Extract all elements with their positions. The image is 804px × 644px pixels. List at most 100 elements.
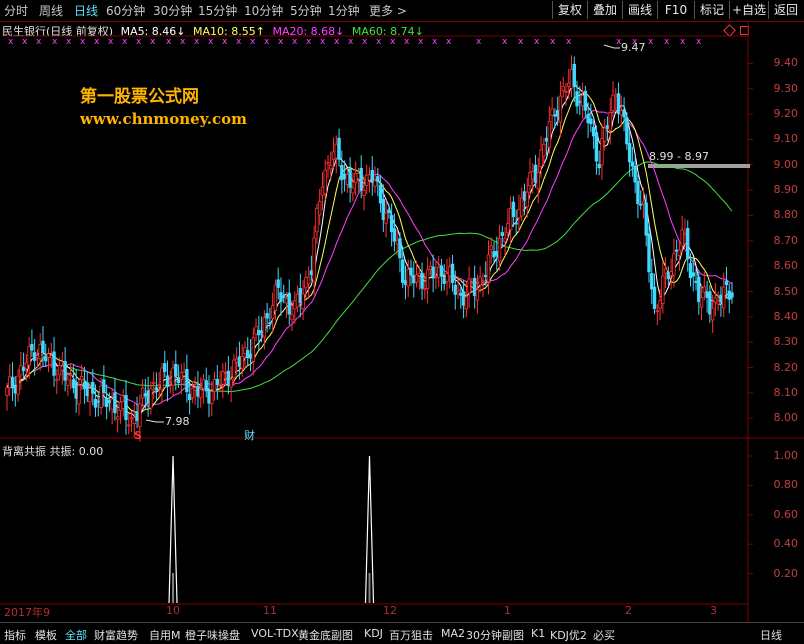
- tab-indicator[interactable]: 指标: [4, 627, 26, 643]
- candle-body: [157, 384, 161, 386]
- tab-caifu[interactable]: 财富趋势: [94, 627, 138, 643]
- candle-body: [542, 143, 546, 157]
- low-pointer: [145, 419, 164, 423]
- candle-body: [334, 143, 338, 159]
- tab-template[interactable]: 模板: [35, 627, 57, 643]
- candle-body: [625, 117, 629, 145]
- candle-body: [688, 263, 693, 279]
- candle-body: [190, 387, 195, 398]
- ma10-polyline: [6, 92, 733, 415]
- candle-body: [578, 100, 582, 103]
- tab-ma2[interactable]: MA2: [441, 627, 465, 640]
- candle-body: [666, 271, 671, 280]
- candle-body: [140, 387, 145, 399]
- candle-body: [168, 380, 172, 383]
- candle-body: [439, 265, 444, 277]
- candle-body: [63, 361, 67, 381]
- candle-body: [716, 300, 720, 305]
- candle-body: [594, 132, 599, 162]
- candle-body: [290, 314, 294, 321]
- month-label: 3: [710, 604, 717, 617]
- tab-kdj[interactable]: KDJ: [364, 627, 383, 640]
- candle-body: [196, 385, 200, 397]
- candle-body: [248, 353, 253, 359]
- candle-body: [686, 228, 690, 260]
- candle-body: [282, 295, 286, 298]
- candle-body: [315, 208, 319, 233]
- price-axis-label: 8.50: [773, 284, 799, 298]
- candle-body: [143, 393, 148, 397]
- indicator-tabs: 指标 模板 全部 财富趋势 自用M 橙子味操盘 VOL-TDX 黄金底副图 KD…: [0, 622, 804, 644]
- candle-body: [484, 274, 488, 278]
- candle-body: [619, 110, 624, 116]
- month-label: 1: [504, 604, 511, 617]
- ma5-line: [6, 82, 733, 421]
- signal-x-mark: x: [194, 37, 200, 47]
- price-axis-label: 8.90: [773, 183, 799, 197]
- candle-body: [730, 292, 734, 298]
- candle-body: [669, 271, 673, 276]
- tab-ziyong[interactable]: 自用M: [149, 627, 181, 643]
- candle-body: [661, 275, 665, 304]
- candle-body: [647, 233, 651, 273]
- ma60-line: [6, 161, 733, 392]
- candle-body: [60, 365, 65, 371]
- price-axis-label: 8.80: [773, 208, 799, 222]
- candle-body: [672, 253, 676, 276]
- signal-x-mark: x: [80, 37, 86, 47]
- candle-body: [616, 93, 621, 114]
- candle-body: [353, 173, 358, 183]
- high-price-label: 9.47: [621, 41, 646, 54]
- candle-body: [165, 375, 170, 387]
- range-bar: [648, 164, 750, 168]
- candle-body: [423, 287, 427, 290]
- signal-marks: xxxxxxxxxxxxxxxxxxxxxxxxxxxxxxxxxxxxxxxx…: [8, 37, 702, 47]
- candle-body: [312, 237, 316, 282]
- candle-body: [586, 113, 590, 124]
- candle-body: [448, 266, 452, 277]
- candle-body: [680, 229, 684, 247]
- candle-body: [453, 284, 457, 295]
- candle-body: [309, 270, 314, 276]
- candle-body: [21, 366, 26, 371]
- candle-body: [589, 118, 593, 125]
- tab-all[interactable]: 全部: [65, 627, 87, 643]
- candle-body: [138, 403, 142, 427]
- tab-baiwan[interactable]: 百万狙击: [389, 627, 433, 643]
- candle-body: [71, 379, 76, 389]
- indicator-title: 背离共振 共振: 0.00: [2, 445, 104, 458]
- candle-body: [428, 265, 433, 270]
- candle-body: [384, 212, 388, 224]
- tab-bimai[interactable]: 必买: [593, 627, 615, 643]
- candle-body: [652, 286, 657, 310]
- candle-body: [287, 292, 291, 315]
- tab-kdj2[interactable]: KDJ优2: [550, 627, 587, 643]
- signal-x-mark: x: [136, 37, 142, 47]
- candle-body: [611, 94, 615, 111]
- candle-body: [77, 385, 81, 405]
- signal-x-mark: x: [94, 37, 100, 47]
- candle-body: [630, 161, 635, 167]
- candle-body: [187, 393, 192, 401]
- candle-body: [508, 207, 513, 231]
- signal-x-mark: x: [236, 37, 242, 47]
- tab-chengzi[interactable]: 橙子味操盘: [185, 627, 240, 643]
- tab-huangjin[interactable]: 黄金底副图: [298, 627, 353, 643]
- finance-marker[interactable]: 财: [244, 427, 255, 443]
- signal-x-mark: x: [376, 37, 382, 47]
- watermark-cn: 第一股票公式网: [80, 87, 199, 107]
- signal-x-mark: x: [348, 37, 354, 47]
- candle-body: [459, 292, 463, 296]
- candle-body: [337, 137, 341, 160]
- signal-x-mark: x: [22, 37, 28, 47]
- candle-body: [149, 388, 153, 409]
- candle-body: [91, 381, 95, 394]
- candle-body: [544, 137, 549, 142]
- candle-body: [254, 326, 258, 335]
- tab-30min-sub[interactable]: 30分钟副图: [466, 627, 524, 643]
- signal-x-mark: x: [680, 37, 686, 47]
- tab-vol-tdx[interactable]: VOL-TDX: [251, 627, 299, 640]
- signal-x-mark: x: [306, 37, 312, 47]
- candle-body: [450, 263, 455, 283]
- tab-k1[interactable]: K1: [531, 627, 545, 640]
